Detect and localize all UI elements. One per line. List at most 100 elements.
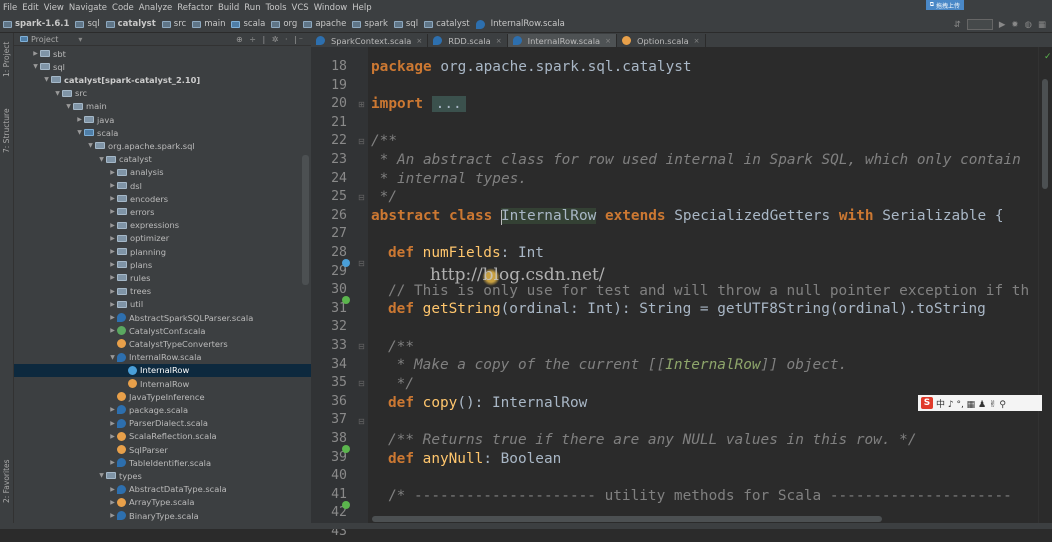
expand-arrow-icon[interactable]: ▶	[108, 208, 117, 215]
expand-arrow-icon[interactable]: ▶	[31, 50, 40, 57]
tree-item[interactable]: ▶ rules	[14, 271, 311, 284]
debug-icon[interactable]: ✹	[1011, 20, 1018, 30]
menu-build[interactable]: Build	[218, 3, 239, 13]
editor-vertical-scrollbar[interactable]	[1038, 47, 1052, 529]
tab-sparkcontext[interactable]: SparkContext.scala ×	[311, 34, 429, 47]
tree-item[interactable]: ▶ TableIdentifier.scala	[14, 456, 311, 469]
expand-arrow-icon[interactable]: ▶	[108, 406, 117, 413]
upload-button[interactable]: ⧉ 拖拽上传	[925, 0, 964, 10]
expand-arrow-icon[interactable]: ▶	[108, 222, 117, 229]
tree-item[interactable]: ▶ sbt	[14, 47, 311, 60]
expand-arrow-icon[interactable]: ▶	[108, 235, 117, 242]
menu-edit[interactable]: Edit	[22, 3, 38, 13]
tree-item[interactable]: ▼ catalyst [spark-catalyst_2.10]	[14, 73, 311, 86]
scrollbar-thumb[interactable]	[372, 516, 882, 522]
tree-item[interactable]: ▶ errors	[14, 205, 311, 218]
project-tool-tab[interactable]: 1: Project	[2, 42, 11, 77]
tree-item[interactable]: ▼ main	[14, 100, 311, 113]
project-structure-icon[interactable]: ▦	[1038, 20, 1046, 30]
implements-marker-icon[interactable]	[342, 501, 350, 509]
collapse-arrow-icon[interactable]: ▼	[108, 354, 117, 361]
breadcrumb-file[interactable]: InternalRow.scala	[475, 19, 565, 29]
expand-arrow-icon[interactable]: ▶	[108, 512, 117, 519]
close-icon[interactable]: ×	[605, 37, 611, 45]
favorites-tool-tab[interactable]: 2: Favorites	[2, 459, 11, 503]
fold-icon[interactable]: ⊟	[358, 259, 365, 268]
breadcrumb-item[interactable]: src	[161, 19, 186, 29]
fold-icon[interactable]: ⊟	[358, 193, 365, 202]
collapse-arrow-icon[interactable]: ▼	[42, 76, 51, 83]
tree-item[interactable]: ▶ analysis	[14, 166, 311, 179]
fold-icon[interactable]: ⊟	[358, 417, 365, 426]
code-editor[interactable]: package org.apache.spark.sql.catalyst im…	[368, 47, 1038, 529]
tree-item[interactable]: ▶ AbstractDataType.scala	[14, 483, 311, 496]
implements-marker-icon[interactable]	[342, 296, 350, 304]
project-panel-tools[interactable]: ⊕ ÷ | ✲ · |⁻	[236, 35, 305, 44]
expand-arrow-icon[interactable]: ▶	[108, 288, 117, 295]
expand-arrow-icon[interactable]: ▶	[108, 261, 117, 268]
tab-option[interactable]: Option.scala ×	[617, 34, 706, 47]
tree-item[interactable]: ▶ AbstractSparkSQLParser.scala	[14, 311, 311, 324]
tree-item[interactable]: InternalRow	[14, 377, 311, 390]
tree-item[interactable]: ▼ InternalRow.scala	[14, 351, 311, 364]
tree-item[interactable]: JavaTypeInference	[14, 390, 311, 403]
implements-marker-icon[interactable]	[342, 445, 350, 453]
collapse-arrow-icon[interactable]: ▼	[64, 103, 73, 110]
breadcrumb-item[interactable]: sql	[75, 19, 100, 29]
tree-item[interactable]: ▶ java	[14, 113, 311, 126]
tree-item[interactable]: CatalystTypeConverters	[14, 337, 311, 350]
expand-arrow-icon[interactable]: ▶	[108, 182, 117, 189]
collapse-arrow-icon[interactable]: ▼	[86, 142, 95, 149]
expand-arrow-icon[interactable]: ▶	[108, 314, 117, 321]
breadcrumb-item[interactable]: org	[271, 19, 297, 29]
expand-arrow-icon[interactable]: ▶	[108, 301, 117, 308]
close-icon[interactable]: ×	[496, 37, 502, 45]
tree-item[interactable]: ▶ BinaryType.scala	[14, 509, 311, 522]
breadcrumb-item[interactable]: main	[192, 19, 225, 29]
menu-window[interactable]: Window	[314, 3, 348, 13]
tree-item[interactable]: ▶ ScalaReflection.scala	[14, 430, 311, 443]
expand-arrow-icon[interactable]: ▶	[108, 459, 117, 466]
expand-arrow-icon[interactable]: ▶	[75, 116, 84, 123]
ime-toolbar[interactable]: S 中 ♪ °, ▦ ♟ ✌ ⚲	[918, 395, 1042, 411]
run-config-select[interactable]	[966, 19, 993, 30]
menu-refactor[interactable]: Refactor	[177, 3, 213, 13]
expand-arrow-icon[interactable]: ▶	[108, 195, 117, 202]
menu-navigate[interactable]: Navigate	[69, 3, 107, 13]
tree-item[interactable]: ▶ plans	[14, 258, 311, 271]
tree-item[interactable]: ▼ scala	[14, 126, 311, 139]
menu-vcs[interactable]: VCS	[292, 3, 309, 13]
breadcrumb-item[interactable]: catalyst	[424, 19, 470, 29]
collapse-arrow-icon[interactable]: ▼	[31, 63, 40, 70]
expand-arrow-icon[interactable]: ▶	[108, 248, 117, 255]
tree-item[interactable]: ▶ util	[14, 298, 311, 311]
expand-arrow-icon[interactable]: ▶	[108, 169, 117, 176]
tree-item[interactable]: SqlParser	[14, 443, 311, 456]
fold-icon[interactable]: ⊟	[358, 342, 365, 351]
fold-icon[interactable]: ⊞	[358, 100, 365, 109]
expand-arrow-icon[interactable]: ▶	[108, 499, 117, 506]
tree-item[interactable]: InternalRow	[14, 363, 311, 377]
close-icon[interactable]: ×	[416, 37, 422, 45]
build-icon[interactable]: ⇵	[954, 20, 961, 30]
breadcrumb-item[interactable]: sql	[393, 19, 418, 29]
override-marker-icon[interactable]	[342, 259, 350, 267]
project-view-dropdown[interactable]: ▾	[78, 35, 82, 44]
tab-rdd[interactable]: RDD.scala ×	[428, 34, 508, 47]
expand-arrow-icon[interactable]: ▶	[108, 274, 117, 281]
menu-tools[interactable]: Tools	[266, 3, 287, 13]
tree-item[interactable]: ▶ CatalystConf.scala	[14, 324, 311, 337]
breadcrumb-item[interactable]: apache	[303, 19, 346, 29]
structure-tool-tab[interactable]: 7: Structure	[2, 108, 11, 153]
scrollbar-thumb[interactable]	[1042, 79, 1048, 189]
collapse-arrow-icon[interactable]: ▼	[97, 156, 106, 163]
collapse-arrow-icon[interactable]: ▼	[53, 90, 62, 97]
expand-arrow-icon[interactable]: ▶	[108, 420, 117, 427]
tab-internalrow[interactable]: InternalRow.scala ×	[507, 34, 617, 47]
tree-item[interactable]: ▼ org.apache.spark.sql	[14, 139, 311, 152]
tree-item[interactable]: ▶ optimizer	[14, 232, 311, 245]
tree-item[interactable]: ▶ ParserDialect.scala	[14, 417, 311, 430]
collapse-arrow-icon[interactable]: ▼	[75, 129, 84, 136]
ime-status[interactable]: 中 ♪ °, ▦ ♟ ✌ ⚲	[936, 397, 1006, 410]
tree-item[interactable]: ▶ encoders	[14, 192, 311, 205]
